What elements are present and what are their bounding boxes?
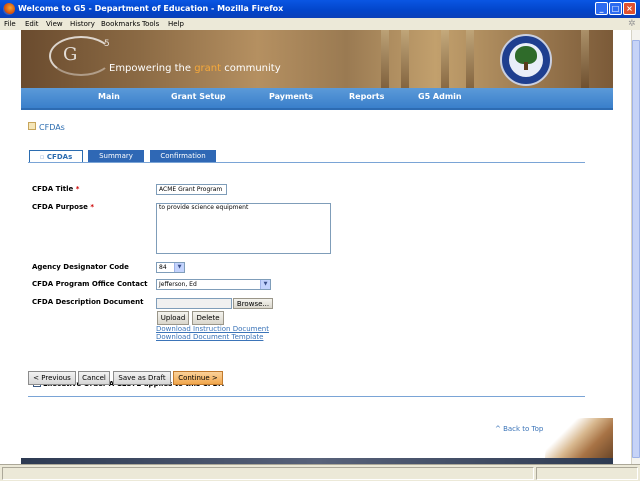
tab-summary[interactable]: Summary: [88, 150, 144, 162]
back-to-top-link[interactable]: ^ Back to Top: [495, 425, 543, 433]
menu-bookmarks[interactable]: Bookmarks: [101, 18, 140, 30]
tab-underline: [28, 162, 585, 163]
menu-tools[interactable]: Tools: [142, 18, 159, 30]
throbber-icon: ✲: [628, 19, 636, 29]
menu-view[interactable]: View: [46, 18, 63, 30]
firefox-icon: [3, 3, 15, 15]
nav-payments[interactable]: Payments: [269, 92, 313, 101]
department-seal-icon: [500, 34, 552, 86]
menu-history[interactable]: History: [70, 18, 95, 30]
cfda-purpose-label: CFDA Purpose *: [32, 203, 94, 211]
download-instruction-link[interactable]: Download Instruction Document: [156, 325, 269, 333]
program-contact-label: CFDA Program Office Contact: [32, 280, 148, 288]
window-titlebar: Welcome to G5 - Department of Education …: [0, 0, 640, 18]
file-path-input[interactable]: [156, 298, 232, 309]
menu-file[interactable]: File: [4, 18, 16, 30]
agency-code-select[interactable]: 84 ▼: [156, 262, 185, 273]
continue-button[interactable]: Continue >: [173, 371, 223, 385]
upload-button[interactable]: Upload: [157, 311, 189, 325]
delete-button[interactable]: Delete: [192, 311, 224, 325]
save-draft-button[interactable]: Save as Draft: [113, 371, 171, 385]
form-divider: [28, 396, 585, 397]
tagline: Empowering the grant community: [109, 63, 281, 74]
browse-button[interactable]: Browse...: [233, 298, 273, 309]
description-doc-label: CFDA Description Document: [32, 298, 144, 306]
window-title: Welcome to G5 - Department of Education …: [18, 4, 284, 13]
nav-reports[interactable]: Reports: [349, 92, 384, 101]
cfda-title-label: CFDA Title *: [32, 185, 80, 193]
tab-icon: ▫: [39, 153, 47, 161]
cfda-title-input[interactable]: ACME Grant Program: [156, 184, 227, 195]
vertical-scrollbar[interactable]: [631, 30, 640, 464]
chevron-down-icon: ▼: [260, 280, 270, 289]
tab-confirmation[interactable]: Confirmation: [150, 150, 216, 162]
agency-code-label: Agency Designator Code: [32, 263, 129, 271]
tab-cfdas[interactable]: ▫ CFDAs: [29, 150, 83, 162]
menu-edit[interactable]: Edit: [25, 18, 39, 30]
close-button[interactable]: ×: [623, 2, 636, 15]
menu-help[interactable]: Help: [168, 18, 184, 30]
chevron-down-icon: ▼: [174, 263, 184, 272]
nav-main[interactable]: Main: [98, 92, 120, 101]
status-bar: [0, 464, 640, 481]
g5-logo: G: [63, 44, 78, 65]
cfda-purpose-textarea[interactable]: to provide science equipment: [156, 203, 331, 254]
download-template-link[interactable]: Download Document Template: [156, 333, 263, 341]
program-contact-select[interactable]: Jefferson, Ed ▼: [156, 279, 271, 290]
status-panel: [536, 467, 638, 480]
cancel-button[interactable]: Cancel: [78, 371, 110, 385]
nav-g5-admin[interactable]: G5 Admin: [418, 92, 462, 101]
g5-logo-sup: 5: [104, 39, 110, 49]
previous-button[interactable]: < Previous: [28, 371, 76, 385]
footer-decoration: [545, 418, 613, 458]
nav-grant-setup[interactable]: Grant Setup: [171, 92, 226, 101]
page-content: G 5 Empowering the grant community Main …: [0, 30, 631, 464]
main-nav: Main Grant Setup Payments Reports G5 Adm…: [21, 88, 613, 110]
page-title: CFDAs: [28, 122, 65, 132]
status-text: [2, 467, 534, 480]
scrollbar-thumb[interactable]: [632, 40, 640, 458]
page-icon: [28, 122, 36, 130]
maximize-button[interactable]: □: [609, 2, 622, 15]
minimize-button[interactable]: _: [595, 2, 608, 15]
